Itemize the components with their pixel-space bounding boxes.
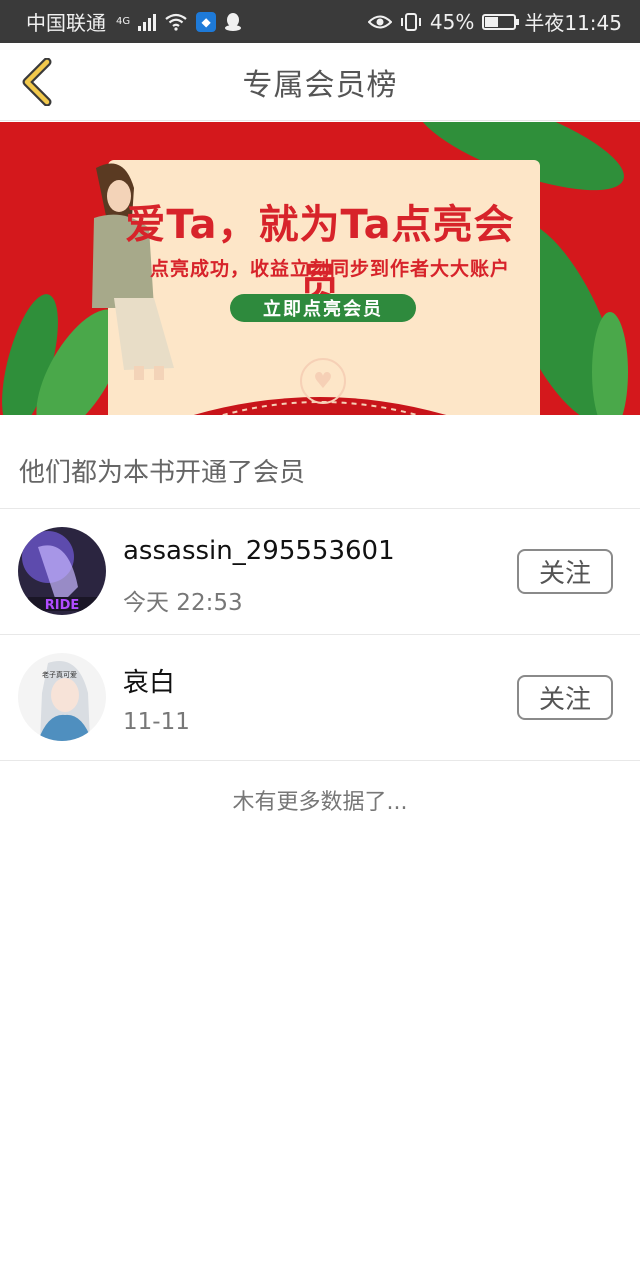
member-name: assassin_295553601 [123, 536, 395, 566]
battery-icon [482, 13, 520, 30]
signal-icon [138, 13, 157, 31]
avatar[interactable]: RIDE [18, 527, 106, 615]
list-item[interactable]: 老子真可爱 哀白 11-11 关注 [0, 634, 640, 760]
banner-subtitle: 点亮成功，收益立刻同步到作者大大账户 [149, 258, 510, 280]
clock: 半夜11:45 [524, 11, 622, 35]
avatar-caption: RIDE [45, 598, 80, 613]
security-shield-icon: ◆ [196, 11, 217, 32]
battery-percent: 45% [429, 9, 475, 34]
list-item[interactable]: RIDE assassin_295553601 今天 22:53 关注 [0, 508, 640, 634]
header: 专属会员榜 [0, 43, 640, 121]
network-type: 4G [116, 16, 131, 27]
avatar-image: 老子真可爱 [18, 653, 106, 741]
member-time: 今天 22:53 [123, 590, 243, 616]
status-right: 45% 半夜11:45 [367, 7, 622, 36]
follow-button[interactable]: 关注 [517, 549, 613, 594]
banner-headline: 爱Ta，就为Ta点亮会员 [125, 202, 515, 306]
eye-comfort-icon [367, 15, 392, 28]
promo-banner[interactable]: 爱Ta，就为Ta点亮会员 点亮成功，收益立刻同步到作者大大账户 立即点亮会员 ♥ [0, 122, 640, 415]
carrier-label: 中国联通 [26, 11, 106, 35]
vibrate-icon [400, 12, 421, 31]
heart-seal-icon: ♥ [300, 358, 346, 404]
section-title: 他们都为本书开通了会员 [19, 458, 306, 488]
follow-button[interactable]: 关注 [517, 675, 613, 720]
avatar-image: RIDE [18, 527, 106, 615]
qq-penguin-icon [225, 12, 242, 31]
no-more-data-text: 木有更多数据了... [232, 790, 408, 815]
status-left: 中国联通 4G ◆ [26, 7, 242, 36]
member-time: 11-11 [123, 709, 190, 735]
avatar-caption: 老子真可爱 [42, 670, 77, 679]
member-name: 哀白 [123, 668, 176, 698]
avatar[interactable]: 老子真可爱 [18, 653, 106, 741]
page-title: 专属会员榜 [242, 68, 398, 103]
light-up-membership-button[interactable]: 立即点亮会员 [230, 294, 416, 322]
divider [0, 760, 640, 761]
status-bar: 中国联通 4G ◆ 45% 半夜11:45 [0, 0, 640, 43]
wifi-icon [165, 13, 187, 31]
